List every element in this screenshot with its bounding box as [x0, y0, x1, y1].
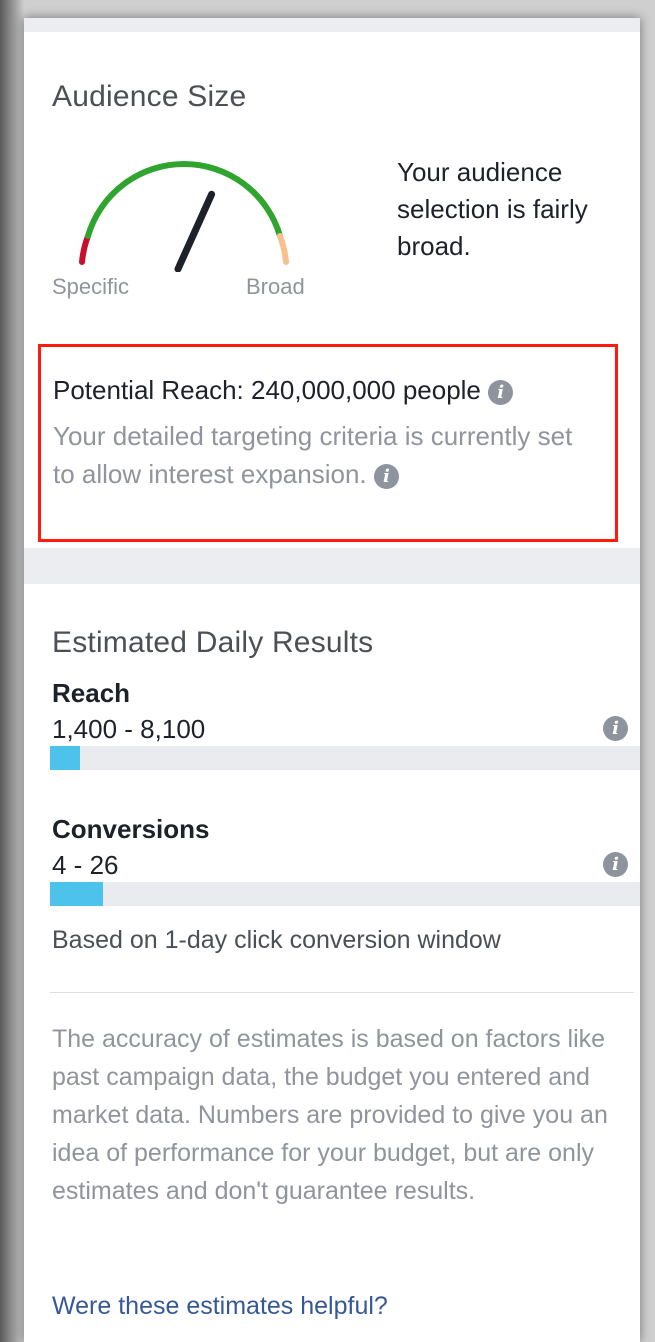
audience-gauge: [79, 161, 289, 272]
conversions-label: Conversions: [52, 814, 210, 844]
gauge-label-specific: Specific: [52, 274, 130, 299]
reach-bar-fill: [50, 746, 80, 770]
audience-size-title: Audience Size: [52, 80, 247, 113]
gauge-needle: [174, 190, 216, 272]
gauge-arc-broad: [277, 233, 289, 265]
interest-expansion-note: Your detailed targeting criteria is curr…: [53, 417, 573, 493]
info-icon[interactable]: i: [603, 852, 628, 877]
info-icon[interactable]: i: [488, 379, 514, 405]
info-icon[interactable]: i: [603, 716, 628, 741]
conversions-range: 4 - 26: [52, 850, 119, 880]
potential-reach-text: Potential Reach: 240,000,000 people: [53, 375, 481, 405]
reach-label: Reach: [52, 678, 131, 708]
estimates-feedback-link[interactable]: Were these estimates helpful?: [52, 1292, 388, 1321]
section-divider-band: [24, 548, 640, 584]
reach-range: 1,400 - 8,100: [52, 714, 206, 744]
conversions-bar: [50, 882, 640, 906]
potential-reach-highlight: Potential Reach: 240,000,000 people i Yo…: [38, 344, 618, 542]
panel-top-strip: [24, 18, 640, 32]
audience-description: Your audience selection is fairly broad.: [397, 157, 588, 261]
info-icon[interactable]: i: [373, 463, 399, 489]
potential-reach-row: Potential Reach: 240,000,000 people i: [53, 375, 514, 406]
conversion-window-note: Based on 1-day click conversion window: [52, 926, 501, 954]
gauge-arc-specific: [79, 233, 91, 265]
reach-bar: [50, 746, 640, 770]
audience-size-section: Audience Size Specific Broad Your audien…: [24, 32, 640, 548]
gauge-arc-middle: [85, 161, 283, 239]
estimated-daily-results-title: Estimated Daily Results: [52, 626, 374, 659]
audience-definition-panel: Audience Size Specific Broad Your audien…: [24, 18, 640, 1342]
results-divider: [50, 992, 634, 993]
interest-expansion-text: Your detailed targeting criteria is curr…: [53, 421, 573, 489]
conversions-bar-fill: [50, 882, 104, 906]
gauge-label-broad: Broad: [246, 274, 305, 299]
estimates-disclaimer: The accuracy of estimates is based on fa…: [52, 1025, 608, 1205]
